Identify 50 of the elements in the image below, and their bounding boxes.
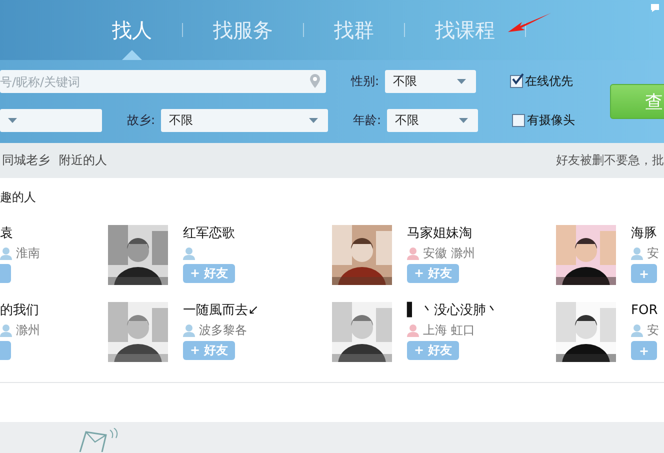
add-friend-button[interactable]: + 好友: [183, 264, 236, 283]
location-text: 上海 虹口: [423, 322, 475, 338]
person-name: 的我们: [0, 302, 39, 319]
person-name: 一随風而去↙: [183, 302, 259, 319]
location-text: 波多黎各: [199, 322, 247, 338]
location-text: 安: [647, 244, 659, 262]
arrow-drawing: [506, 12, 552, 34]
checkbox[interactable]: [510, 75, 524, 88]
dropdown[interactable]: 不限: [387, 109, 478, 132]
person-name: ▌ 丶没心没肺丶: [407, 302, 500, 319]
location-text: 滁州: [16, 322, 40, 338]
notice-text: 好友被删不要急，批: [556, 152, 664, 169]
location-pin-icon: [310, 74, 320, 88]
add-friend-button[interactable]: +: [631, 341, 657, 360]
tab[interactable]: 找课程: [435, 0, 495, 60]
add-friend-button[interactable]: [0, 264, 11, 283]
person-name: 马家姐妹淘: [407, 225, 472, 242]
dropdown[interactable]: 不限: [161, 109, 328, 132]
field-label: 年龄:: [353, 112, 382, 129]
location-text: 安徽 滁州: [423, 244, 475, 262]
person-name: 红军恋歌: [183, 225, 235, 242]
field-label: 故乡:: [127, 112, 156, 129]
tab[interactable]: 找群: [334, 0, 374, 60]
add-friend-button[interactable]: +: [631, 264, 657, 283]
person-name: 袁: [0, 225, 13, 242]
link[interactable]: 同城老乡: [2, 152, 50, 169]
person-name: FOR: [631, 302, 658, 319]
location-text: 淮南: [16, 244, 40, 262]
field-label: 性别:: [351, 73, 380, 90]
person-name: 海豚: [631, 225, 657, 242]
caret-icon: [459, 118, 468, 123]
add-friend-button[interactable]: + 好友: [183, 341, 236, 360]
add-friend-button[interactable]: + 好友: [407, 264, 460, 283]
chat-icon[interactable]: [650, 3, 660, 13]
caret-icon: [8, 118, 17, 123]
location-text: 安: [647, 322, 659, 338]
caret-icon: [309, 118, 318, 123]
checkbox-label: 在线优先: [525, 73, 574, 90]
dropdown[interactable]: [0, 109, 102, 132]
checkbox-label: 有摄像头: [527, 112, 576, 129]
link[interactable]: 附近的人: [59, 152, 107, 169]
search-field[interactable]: 号/昵称/关键词: [0, 70, 326, 93]
section-title: 趣的人: [0, 189, 37, 206]
dropdown[interactable]: 不限: [385, 70, 476, 93]
caret-icon: [457, 79, 466, 84]
add-friend-button[interactable]: + 好友: [407, 341, 460, 360]
checkbox[interactable]: [512, 114, 526, 127]
search-button[interactable]: 查: [610, 84, 664, 119]
add-friend-button[interactable]: [0, 341, 11, 360]
tab[interactable]: 找服务: [213, 0, 273, 60]
